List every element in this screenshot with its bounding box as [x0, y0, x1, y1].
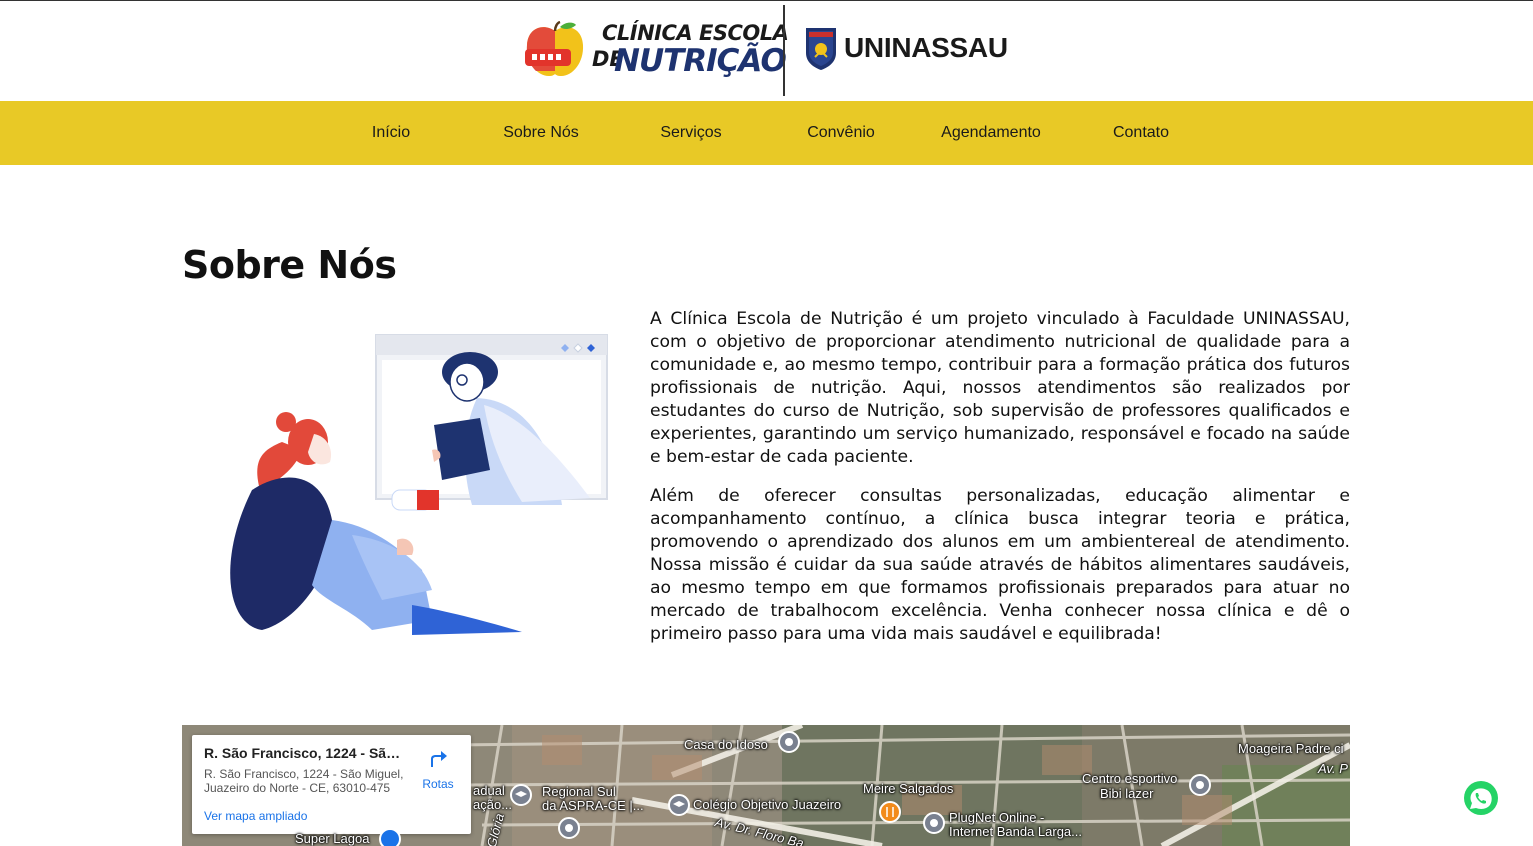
logo-title-line1: CLÍNICA ESCOLA: [602, 21, 789, 45]
uninassau-shield-icon: [806, 28, 836, 70]
school-pin-icon[interactable]: [509, 783, 533, 807]
map-label-acao: ação...: [473, 797, 513, 812]
map-label-av-p: Av. P: [1318, 761, 1348, 776]
logo[interactable]: CLÍNICA ESCOLA DE NUTRIÇÃO UNINASSAU: [524, 5, 1014, 97]
map-pin-icon[interactable]: [777, 730, 801, 754]
shopping-pin-icon[interactable]: [378, 827, 402, 846]
map-label-bibi-lazer: Bibi lazer: [1100, 786, 1154, 801]
nav-item-inicio[interactable]: Início: [316, 101, 466, 165]
map-pin-icon[interactable]: [557, 816, 581, 840]
about-text: A Clínica Escola de Nutrição é um projet…: [650, 308, 1350, 646]
place-title: R. São Francisco, 1224 - São ...: [204, 745, 404, 761]
partner-name: UNINASSAU: [844, 32, 1008, 63]
logo-divider: [783, 5, 785, 96]
map-label-centro-esportivo: Centro esportivo: [1082, 771, 1178, 786]
nav-item-convenio[interactable]: Convênio: [766, 101, 916, 165]
apple-logo-icon: [525, 21, 584, 77]
school-pin-icon[interactable]: [667, 793, 691, 817]
nav-item-contato[interactable]: Contato: [1066, 101, 1216, 165]
map-place-card: R. São Francisco, 1224 - São ... R. São …: [192, 735, 471, 834]
directions-icon: [431, 751, 447, 767]
map-label-meire-salgados: Meire Salgados: [863, 781, 954, 796]
main-nav: Início Sobre Nós Serviços Convênio Agend…: [0, 101, 1533, 165]
map-label-colegio-objetivo: Colégio Objetivo Juazeiro: [693, 797, 842, 812]
nav-item-servicos[interactable]: Serviços: [616, 101, 766, 165]
place-address: R. São Francisco, 1224 - São Miguel, Jua…: [204, 767, 404, 795]
map-label-plugnet: PlugNet Online -: [949, 810, 1045, 825]
nav-item-agendamento[interactable]: Agendamento: [916, 101, 1066, 165]
map-label-super-lagoa: Super Lagoa: [295, 831, 370, 846]
about-paragraph-2: Além de oferecer consultas personalizada…: [650, 486, 1350, 644]
page-title: Sobre Nós: [182, 243, 397, 287]
location-map[interactable]: R. São Francisco, 1224 - São ... R. São …: [182, 725, 1350, 846]
map-label-aspra: da ASPRA-CE |...: [542, 798, 644, 813]
view-larger-map-link[interactable]: Ver mapa ampliado: [204, 809, 307, 823]
whatsapp-icon[interactable]: [1463, 780, 1499, 816]
logo-title-line2: NUTRIÇÃO: [614, 43, 787, 79]
consultation-illustration: [230, 334, 608, 635]
map-label-moageira: Moageira Padre ci: [1238, 741, 1344, 756]
directions-label: Rotas: [422, 777, 454, 791]
site-header: CLÍNICA ESCOLA DE NUTRIÇÃO UNINASSAU: [0, 0, 1533, 101]
map-label-internet-banda-larga: Internet Banda Larga...: [949, 824, 1082, 839]
restaurant-pin-icon[interactable]: [878, 800, 902, 824]
map-pin-icon[interactable]: [922, 811, 946, 835]
directions-button[interactable]: Rotas: [418, 747, 458, 791]
nav-item-sobre-nos[interactable]: Sobre Nós: [466, 101, 616, 165]
map-label-regional-sul: Regional Sul: [542, 784, 616, 799]
map-label-casa-do-idoso: Casa do Idoso: [684, 737, 768, 752]
map-label-adual: adual: [473, 783, 505, 798]
map-pin-icon[interactable]: [1188, 773, 1212, 797]
about-paragraph-1: A Clínica Escola de Nutrição é um projet…: [650, 309, 1350, 467]
